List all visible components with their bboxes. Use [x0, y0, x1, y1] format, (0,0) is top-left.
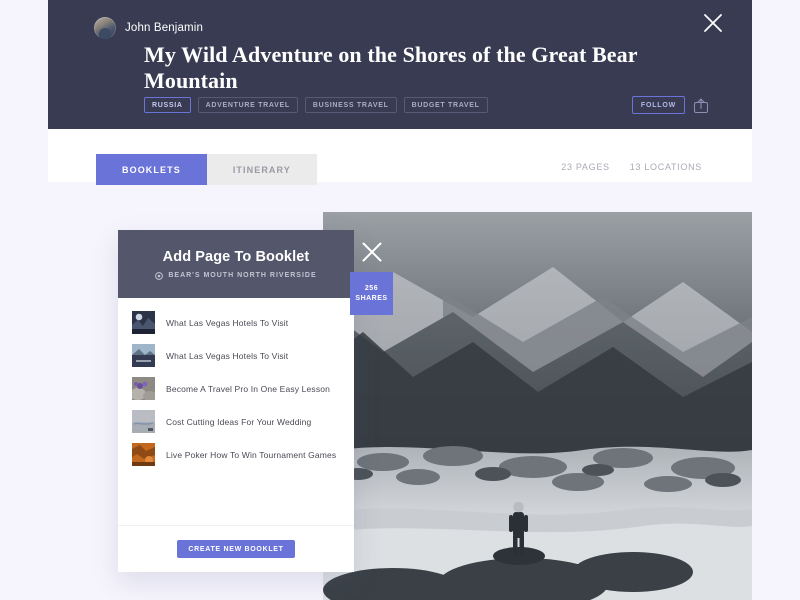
shares-badge[interactable]: 256 SHARES: [350, 272, 393, 315]
tag-adventure-travel[interactable]: ADVENTURE TRAVEL: [197, 97, 298, 113]
thumb-grey-seascape-icon: [132, 410, 155, 433]
avatar: [94, 17, 116, 39]
list-item[interactable]: Live Poker How To Win Tournament Games: [132, 438, 354, 471]
booklet-list: What Las Vegas Hotels To Visit What Las …: [118, 298, 354, 525]
list-item-label: Live Poker How To Win Tournament Games: [166, 449, 337, 460]
list-item[interactable]: What Las Vegas Hotels To Visit: [132, 306, 354, 339]
tag-list: RUSSIA ADVENTURE TRAVEL BUSINESS TRAVEL …: [144, 97, 488, 113]
share-icon[interactable]: [694, 97, 708, 113]
modal-title: Add Page To Booklet: [162, 248, 310, 265]
modal-location: BEAR'S MOUTH NORTH RIVERSIDE: [155, 271, 317, 280]
tab-group: BOOKLETS ITINERARY: [96, 154, 317, 185]
stat-pages: 23 PAGES: [561, 162, 610, 172]
tab-booklets[interactable]: BOOKLETS: [96, 154, 207, 185]
stat-locations: 13 LOCATIONS: [629, 162, 702, 172]
list-item-label: What Las Vegas Hotels To Visit: [166, 317, 289, 328]
list-item-label: What Las Vegas Hotels To Visit: [166, 350, 289, 361]
author-row[interactable]: John Benjamin: [94, 17, 203, 39]
shares-count: 256: [364, 284, 379, 292]
tag-russia[interactable]: RUSSIA: [144, 97, 191, 113]
author-name: John Benjamin: [125, 22, 204, 34]
create-new-booklet-button[interactable]: CREATE NEW BOOKLET: [177, 540, 295, 558]
modal-header: Add Page To Booklet BEAR'S MOUTH NORTH R…: [118, 230, 354, 298]
add-page-to-booklet-modal: Add Page To Booklet BEAR'S MOUTH NORTH R…: [118, 230, 354, 572]
thumb-flowers-rocks-icon: [132, 377, 155, 400]
close-photo-button[interactable]: [360, 240, 384, 264]
page-title: My Wild Adventure on the Shores of the G…: [144, 42, 638, 93]
list-item[interactable]: Cost Cutting Ideas For Your Wedding: [132, 405, 354, 438]
modal-location-label: BEAR'S MOUTH NORTH RIVERSIDE: [168, 272, 317, 279]
list-item[interactable]: What Las Vegas Hotels To Visit: [132, 339, 354, 372]
list-item-label: Become A Travel Pro In One Easy Lesson: [166, 383, 330, 394]
list-item[interactable]: Become A Travel Pro In One Easy Lesson: [132, 372, 354, 405]
tab-bar: BOOKLETS ITINERARY 23 PAGES 13 LOCATIONS: [48, 129, 752, 185]
tab-itinerary[interactable]: ITINERARY: [206, 154, 317, 185]
header-actions: FOLLOW: [631, 96, 708, 114]
modal-footer: CREATE NEW BOOKLET: [118, 525, 354, 572]
content-stats: 23 PAGES 13 LOCATIONS: [561, 162, 702, 172]
tag-budget-travel[interactable]: BUDGET TRAVEL: [403, 97, 488, 113]
article-header: John Benjamin My Wild Adventure on the S…: [48, 0, 752, 129]
app-root: John Benjamin My Wild Adventure on the S…: [0, 0, 800, 600]
thumb-night-city-icon: [132, 311, 155, 334]
location-pin-icon: [155, 271, 164, 280]
follow-button[interactable]: FOLLOW: [631, 96, 685, 114]
list-item-label: Cost Cutting Ideas For Your Wedding: [166, 416, 312, 427]
close-article-button[interactable]: [702, 12, 724, 34]
thumb-orange-abstract-icon: [132, 443, 155, 466]
shares-label: SHARES: [355, 294, 388, 302]
article-photo: [323, 212, 752, 600]
thumb-mountain-lake-icon: [132, 344, 155, 367]
tag-business-travel[interactable]: BUSINESS TRAVEL: [304, 97, 397, 113]
